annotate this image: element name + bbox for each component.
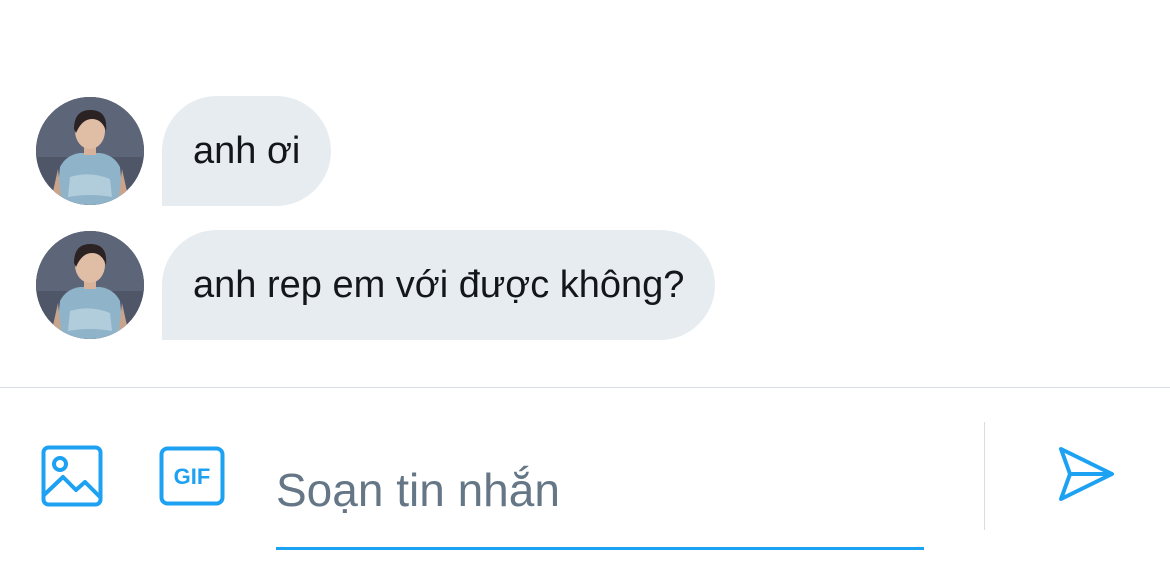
message-input[interactable] [276,432,924,550]
send-icon [1059,447,1114,501]
image-icon [41,445,103,507]
message-row: anh ơi [36,96,332,206]
composer-separator [984,422,985,530]
avatar-photo [36,97,144,205]
gif-icon: GIF [159,446,225,506]
message-list: anh ơi anh rep em với được không? [0,0,1170,388]
dm-conversation-screen: anh ơi anh rep em với được không? GIF So… [0,0,1170,577]
avatar-photo [36,231,144,339]
avatar[interactable] [36,97,144,205]
message-bubble[interactable]: anh rep em với được không? [162,230,716,340]
add-media-button[interactable] [40,444,104,508]
message-bubble[interactable]: anh ơi [162,96,332,206]
gif-label: GIF [174,464,211,489]
message-row: anh rep em với được không? [36,230,716,340]
message-composer: GIF [0,388,1170,577]
add-gif-button[interactable]: GIF [158,444,226,508]
send-button[interactable] [1054,442,1118,506]
avatar[interactable] [36,231,144,339]
